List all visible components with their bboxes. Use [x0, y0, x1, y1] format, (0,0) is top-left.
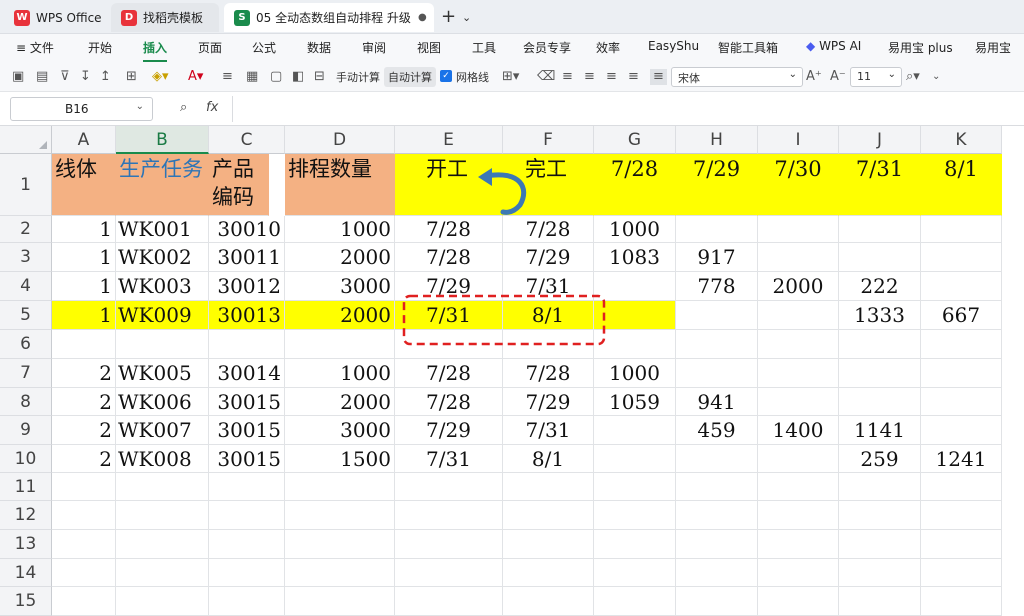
dashed-highlight-box: [402, 294, 606, 346]
wps-spreadsheet-window: W WPS Office D 找稻壳模板 S 05 全动态数组自动排程 升级 -…: [0, 0, 1024, 616]
annotation-overlay: [402, 168, 606, 346]
arrow-head: [478, 168, 492, 186]
